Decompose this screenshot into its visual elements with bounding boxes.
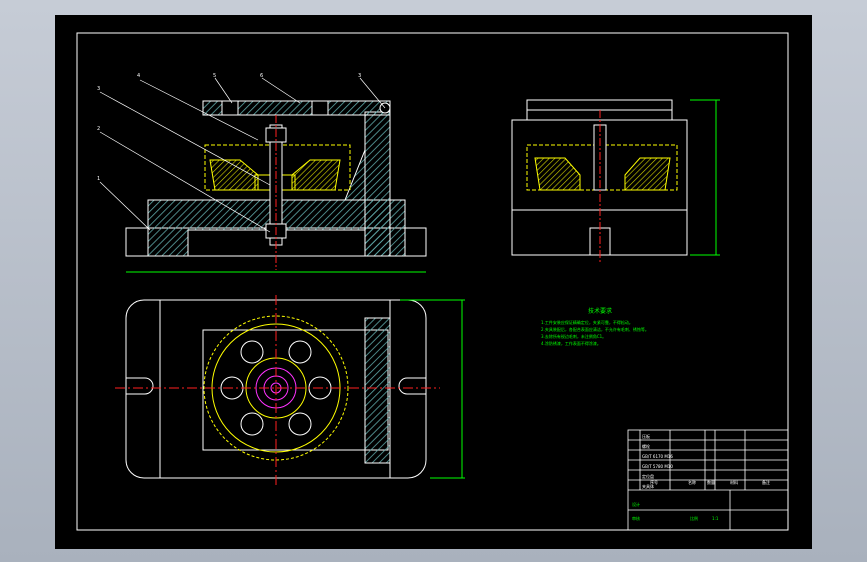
title-block-row-4: GB/T 5780 M10 [642, 464, 673, 469]
title-block-scale-label: 比例 [690, 515, 698, 521]
callout-2: 2 [97, 126, 100, 132]
title-block-row-1: 压板 [642, 433, 650, 439]
clamp-hole-right [311, 100, 329, 116]
title-block-row-2: 螺栓 [642, 443, 650, 449]
title-block-header-4: 材料 [730, 479, 738, 485]
callout-1: 1 [97, 176, 100, 182]
callout-4: 4 [137, 73, 140, 79]
callout-6: 6 [260, 73, 263, 79]
notes-line-2: 2.夹具装配后，各配合表面应清洁，不允许有毛刺、锈蚀等。 [541, 326, 649, 332]
notes-line-3: 3.去除所有锐边毛刺，未注倒角C1。 [541, 333, 606, 339]
title-block-header-5: 备注 [762, 479, 770, 485]
notes-line-1: 1.工件安装应保证精确定位，夹紧可靠，不得松动。 [541, 319, 633, 325]
notes-title: 技术要求 [588, 307, 612, 315]
column-hatch [364, 111, 391, 257]
callout-3a: 3 [358, 73, 361, 79]
drawing-sheet [55, 15, 812, 549]
notes-line-4: 4.涂防锈漆，工作表面不得涂漆。 [541, 340, 601, 346]
title-block-review: 审核 [632, 515, 640, 521]
callout-3b: 3 [97, 86, 100, 92]
title-block-row-3: GB/T 6170 M16 [642, 454, 673, 459]
title-block-header-1: 序号 [650, 479, 658, 485]
callout-5: 5 [213, 73, 216, 79]
title-block-scale-value: 1:1 [712, 516, 719, 521]
clamp-hole-left [221, 100, 239, 116]
title-block-design: 设计 [632, 501, 640, 507]
title-block-header-2: 名称 [688, 479, 696, 485]
title-block-row-5: 定位盘 [642, 473, 654, 479]
cad-drawing-viewport: 4 5 6 3 3 2 1 技术要求 1.工件安装应保证精确定位，夹紧可靠，不得… [55, 15, 812, 549]
title-block-header-3: 数量 [707, 479, 715, 485]
